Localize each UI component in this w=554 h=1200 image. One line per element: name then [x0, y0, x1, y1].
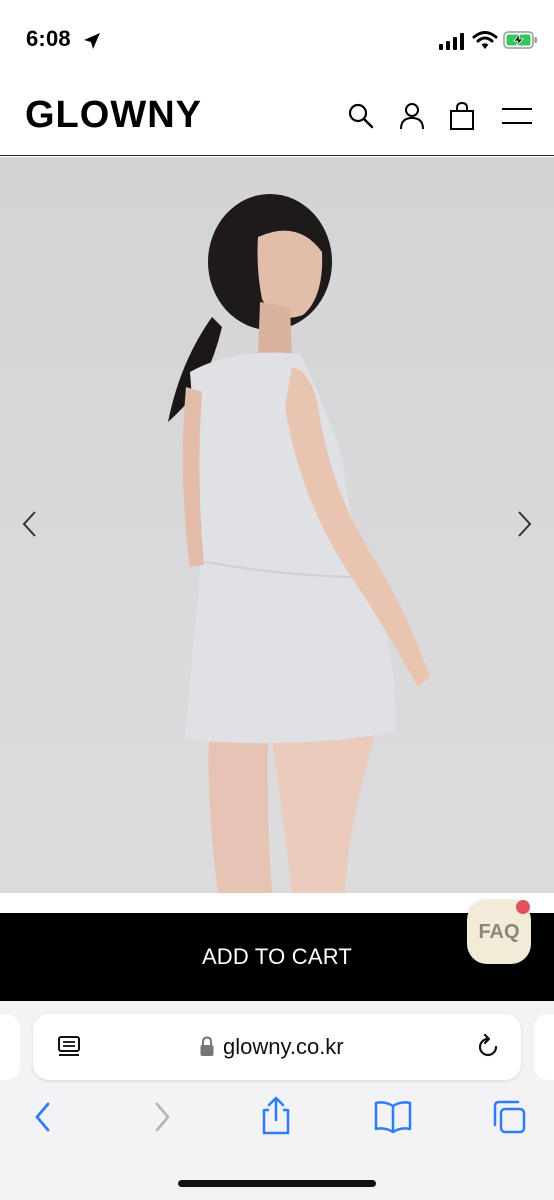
model-illustration — [168, 194, 430, 893]
status-time: 6:08 — [26, 26, 71, 51]
bookmarks-icon[interactable] — [373, 1100, 413, 1134]
hamburger-menu-icon[interactable] — [500, 105, 534, 127]
shopping-bag-icon[interactable] — [448, 101, 476, 131]
back-icon[interactable] — [29, 1100, 57, 1134]
reader-mode-icon[interactable] — [56, 1034, 82, 1060]
reload-icon[interactable] — [474, 1033, 502, 1061]
chevron-left-icon[interactable] — [18, 509, 42, 539]
forward-icon[interactable] — [148, 1100, 176, 1134]
home-indicator[interactable] — [178, 1180, 376, 1187]
share-icon[interactable] — [258, 1096, 294, 1136]
cellular-signal-icon — [439, 33, 464, 50]
url-text[interactable]: glowny.co.kr — [223, 1034, 344, 1060]
battery-charging-icon — [503, 31, 537, 49]
address-bar[interactable]: glowny.co.kr — [33, 1014, 521, 1080]
previous-tab-peek[interactable] — [0, 1014, 20, 1080]
location-arrow-icon — [84, 33, 100, 49]
lock-icon — [200, 1036, 214, 1056]
account-icon[interactable] — [398, 101, 426, 131]
next-tab-peek[interactable] — [534, 1014, 554, 1080]
notification-dot — [516, 900, 530, 914]
chevron-right-icon[interactable] — [512, 509, 536, 539]
search-icon[interactable] — [347, 102, 375, 130]
tabs-icon[interactable] — [490, 1098, 528, 1136]
status-bar: 6:08 — [0, 0, 554, 80]
site-logo[interactable]: GLOWNY — [25, 94, 202, 137]
product-image[interactable] — [0, 157, 554, 893]
site-header: GLOWNY — [0, 80, 554, 156]
wifi-icon — [472, 31, 498, 49]
